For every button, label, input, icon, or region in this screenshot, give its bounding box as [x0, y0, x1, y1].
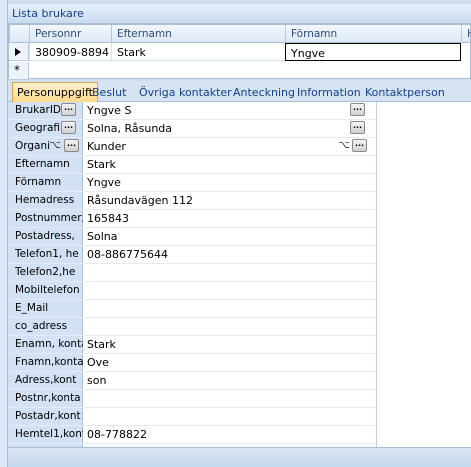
field-label: Telefon2,he [15, 266, 76, 278]
field-row-email: E_Mail [8, 300, 376, 318]
field-label: Förnamn [15, 176, 62, 188]
tab-ovriga-kontakter[interactable]: Övriga kontakter [135, 83, 236, 102]
current-row-arrow-icon [15, 48, 21, 56]
hemadress-value[interactable]: Råsundavägen 112 [87, 194, 193, 207]
geografi-value[interactable]: Solna, Råsunda [87, 122, 172, 135]
adress-kont-value[interactable]: son [87, 374, 106, 387]
person-form: BrukarID ... Yngve S ... Geografi ... So… [8, 102, 471, 447]
hemtel1-kont-value[interactable]: 08-778822 [87, 428, 147, 441]
field-row-enamn-konta: Enamn, konta Stark [8, 336, 376, 354]
field-label: Postadr,kont [15, 410, 81, 422]
postadress-value[interactable]: Solna [87, 230, 117, 243]
tab-beslut[interactable]: Beslut [88, 83, 130, 102]
cell-personnr[interactable]: 380909-8894 [29, 43, 111, 61]
column-header-personnr[interactable]: Personnr [29, 25, 111, 43]
field-row-organi: Organi ⌥ ... Kunder ⌥ ... [8, 138, 376, 156]
enamn-konta-value[interactable]: Stark [87, 338, 116, 351]
form-empty-area [376, 102, 471, 447]
field-label: Enamn, konta [15, 338, 83, 350]
tree-icon[interactable]: ⌥ [48, 140, 62, 153]
current-row-selector[interactable] [9, 43, 29, 61]
bottom-bar [8, 447, 471, 467]
telefon1-value[interactable]: 08-886775644 [87, 248, 168, 261]
field-row-postnr-konta: Postnr,konta [8, 390, 376, 408]
field-row-co-adress: co_adress [8, 318, 376, 336]
postnummer-value[interactable]: 165843 [87, 212, 129, 225]
tab-kontaktperson[interactable]: Kontaktperson [361, 83, 449, 102]
geografi-lookup-button[interactable]: ... [61, 121, 76, 134]
cell-fornamn-editing[interactable]: Yngve [285, 43, 461, 61]
tab-bar: Personuppgift Beslut Övriga kontakter An… [8, 81, 471, 102]
geografi-browse-button[interactable]: ... [350, 121, 365, 134]
field-label: Hemtel1,kont [15, 428, 83, 440]
data-grid[interactable]: Personnr Efternamn Förnamn He 380909-889… [8, 24, 471, 80]
new-row-star-icon: * [14, 63, 20, 77]
field-row-adress-kont: Adress,kont son [8, 372, 376, 390]
brukarid-lookup-button[interactable]: ... [61, 103, 76, 116]
grid-header: Personnr Efternamn Förnamn He [9, 25, 471, 43]
field-label: Postadress, [15, 230, 75, 242]
field-label: E_Mail [15, 302, 49, 314]
field-row-geografi: Geografi ... Solna, Råsunda ... [8, 120, 376, 138]
field-label: Hemadress [15, 194, 75, 206]
field-row-telefon1: Telefon1, he 08-886775644 [8, 246, 376, 264]
organi-lookup-button[interactable]: ... [64, 139, 79, 152]
brukarid-browse-button[interactable]: ... [350, 103, 365, 116]
left-strip [0, 0, 8, 467]
field-row-telefon2: Telefon2,he [8, 264, 376, 282]
new-row[interactable] [29, 62, 470, 79]
field-row-hemtel1-kont: Hemtel1,kont 08-778822 [8, 426, 376, 444]
tab-anteckning[interactable]: Anteckning [229, 83, 299, 102]
efternamn-value[interactable]: Stark [87, 158, 116, 171]
column-header-efternamn[interactable]: Efternamn [111, 25, 285, 43]
field-label: Postnummer, [15, 212, 83, 224]
row-header-corner [9, 25, 29, 43]
field-row-brukarid: BrukarID ... Yngve S ... [8, 102, 376, 120]
organi-value[interactable]: Kunder [87, 140, 126, 153]
field-row-postadr-kont: Postadr,kont [8, 408, 376, 426]
tab-personuppgift[interactable]: Personuppgift [12, 82, 98, 102]
field-label: Efternamn [15, 158, 70, 170]
new-row-selector[interactable]: * [9, 62, 29, 80]
field-row-hemadress: Hemadress Råsundavägen 112 [8, 192, 376, 210]
field-label: Postnr,konta [15, 392, 81, 404]
field-label: Mobiltelefon [15, 284, 80, 296]
fnamn-konta-value[interactable]: Ove [87, 356, 109, 369]
panel-title: Lista brukare [8, 4, 471, 24]
field-row-postadress: Postadress, Solna [8, 228, 376, 246]
field-row-postnummer: Postnummer, 165843 [8, 210, 376, 228]
tree-icon[interactable]: ⌥ [337, 140, 351, 153]
tab-information[interactable]: Information [293, 83, 365, 102]
field-row-fnamn-konta: Fnamn,konta Ove [8, 354, 376, 372]
organi-browse-button[interactable]: ... [352, 139, 367, 152]
field-row-mobiltelefon: Mobiltelefon [8, 282, 376, 300]
field-label: co_adress [15, 320, 68, 332]
field-row-efternamn: Efternamn Stark [8, 156, 376, 174]
fornamn-value[interactable]: Yngve [87, 176, 121, 189]
cell-efternamn[interactable]: Stark [111, 43, 285, 61]
field-label: Adress,kont [15, 374, 77, 386]
field-row-fornamn: Förnamn Yngve [8, 174, 376, 192]
column-header-fornamn[interactable]: Förnamn [285, 25, 461, 43]
column-header-he[interactable]: He [461, 25, 471, 43]
field-label: Telefon1, he [15, 248, 79, 260]
field-label: Fnamn,konta [15, 356, 83, 368]
brukarid-value[interactable]: Yngve S [87, 104, 131, 117]
